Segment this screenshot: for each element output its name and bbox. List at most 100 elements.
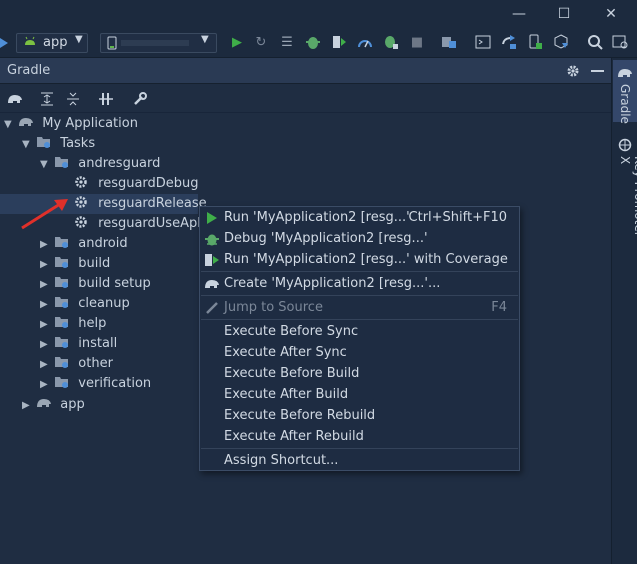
wrench-icon[interactable] xyxy=(132,91,148,107)
coverage-icon[interactable] xyxy=(330,34,348,52)
menu-item-execute-before-sync[interactable]: Execute Before Sync xyxy=(200,322,519,342)
menu-item-run[interactable]: Run 'MyApplication2 [resg...' Ctrl+Shift… xyxy=(200,208,519,228)
gradle-panel-header: Gradle xyxy=(0,58,611,84)
elephant-icon xyxy=(204,277,220,291)
minimize-window-button[interactable]: — xyxy=(508,4,530,24)
tree-node-help[interactable]: ▶ help xyxy=(40,314,106,334)
project-structure-icon[interactable] xyxy=(440,34,458,52)
gear-icon[interactable] xyxy=(565,63,581,79)
logcat-icon[interactable]: ☰ xyxy=(278,34,296,52)
tree-node-tasks[interactable]: ▼ Tasks xyxy=(22,134,95,154)
collapsed-arrow-icon: ▶ xyxy=(40,279,48,290)
menu-item-debug[interactable]: Debug 'MyApplication2 [resg...' xyxy=(200,229,519,249)
tree-label: build xyxy=(78,256,111,271)
menu-item-label: Execute Before Sync xyxy=(224,324,359,339)
collapsed-arrow-icon: ▶ xyxy=(40,319,48,330)
sync-icon[interactable] xyxy=(500,34,518,52)
menu-item-label: Run 'MyApplication2 [resg...' with Cover… xyxy=(224,252,508,267)
menu-item-assign-shortcut[interactable]: Assign Shortcut... xyxy=(200,451,519,471)
menu-item-label: Execute After Rebuild xyxy=(224,429,364,444)
task-folder-icon xyxy=(54,335,70,349)
main-toolbar: app ▼ ▼ ▶ ↻ ☰ ■ xyxy=(0,28,637,58)
right-tool-window-bar: Gradle Key Promoter X xyxy=(611,58,637,564)
terminal-icon[interactable] xyxy=(474,34,492,52)
menu-item-execute-after-rebuild[interactable]: Execute After Rebuild xyxy=(200,427,519,447)
menu-item-label: Run 'MyApplication2 [resg...' xyxy=(224,210,410,225)
profile-icon[interactable] xyxy=(356,34,374,52)
menu-item-jump-to-source[interactable]: Jump to Source F4 xyxy=(200,298,519,318)
elephant-icon[interactable] xyxy=(6,91,24,107)
menu-item-run-with-coverage[interactable]: Run 'MyApplication2 [resg...' with Cover… xyxy=(200,250,519,270)
task-folder-icon xyxy=(36,135,52,149)
menu-item-label: Execute Before Rebuild xyxy=(224,408,376,423)
debug-icon[interactable] xyxy=(304,34,322,52)
gear-icon xyxy=(74,175,90,189)
menu-item-execute-before-build[interactable]: Execute Before Build xyxy=(200,364,519,384)
stop-icon[interactable]: ■ xyxy=(408,34,426,52)
run-icon[interactable]: ▶ xyxy=(228,34,246,52)
tree-node-app[interactable]: ▶ app xyxy=(22,395,85,415)
tab-gradle[interactable]: Gradle xyxy=(613,60,637,124)
tree-node-andresguard[interactable]: ▼ andresguard xyxy=(40,154,160,174)
module-selector[interactable]: app ▼ xyxy=(16,33,88,53)
close-window-button[interactable]: ✕ xyxy=(600,4,622,24)
window-titlebar: — ☐ ✕ xyxy=(0,0,637,28)
attach-debugger-icon[interactable] xyxy=(382,34,400,52)
task-folder-icon xyxy=(54,235,70,249)
tree-label: android xyxy=(78,236,128,251)
avd-manager-icon[interactable] xyxy=(526,34,544,52)
tree-label: app xyxy=(60,397,85,412)
tree-task-resguard-debug[interactable]: resguardDebug xyxy=(74,174,199,194)
chevron-down-icon: ▼ xyxy=(75,34,83,45)
tree-node-android[interactable]: ▶ android xyxy=(40,234,128,254)
menu-item-shortcut: Ctrl+Shift+F10 xyxy=(408,210,507,225)
menu-item-label: Debug 'MyApplication2 [resg...' xyxy=(224,231,428,246)
tree-node-cleanup[interactable]: ▶ cleanup xyxy=(40,294,130,314)
tab-key-promoter-x[interactable]: Key Promoter X xyxy=(613,136,637,246)
menu-item-execute-before-rebuild[interactable]: Execute Before Rebuild xyxy=(200,406,519,426)
device-name-redacted xyxy=(121,40,189,46)
tree-node-build-setup[interactable]: ▶ build setup xyxy=(40,274,151,294)
expanded-arrow-icon: ▼ xyxy=(40,159,48,170)
search-icon[interactable] xyxy=(586,34,604,52)
layout-inspector-icon[interactable] xyxy=(612,34,630,52)
collapse-all-icon[interactable] xyxy=(66,91,80,107)
tab-key-promoter-label: Key Promoter X xyxy=(618,156,637,237)
task-folder-icon xyxy=(54,255,70,269)
rerun-icon[interactable]: ↻ xyxy=(252,34,270,52)
tab-gradle-label: Gradle xyxy=(618,84,632,124)
tree-node-install[interactable]: ▶ install xyxy=(40,334,117,354)
menu-item-execute-after-sync[interactable]: Execute After Sync xyxy=(200,343,519,363)
expand-all-icon[interactable] xyxy=(40,91,54,107)
sdk-manager-icon[interactable] xyxy=(552,34,570,52)
tree-label: andresguard xyxy=(78,156,161,171)
minimize-icon[interactable] xyxy=(591,70,604,72)
maximize-window-button[interactable]: ☐ xyxy=(553,4,575,24)
collapsed-arrow-icon: ▶ xyxy=(40,359,48,370)
menu-item-label: Create 'MyApplication2 [resg...'... xyxy=(224,276,441,291)
elephant-icon xyxy=(617,66,633,80)
menu-item-execute-after-build[interactable]: Execute After Build xyxy=(200,385,519,405)
toggle-offline-icon[interactable] xyxy=(98,91,114,107)
device-selector[interactable]: ▼ xyxy=(100,33,217,53)
tree-label: cleanup xyxy=(78,296,130,311)
task-folder-icon xyxy=(54,315,70,329)
tree-node-root[interactable]: ▼ My Application xyxy=(4,114,138,134)
task-folder-icon xyxy=(54,275,70,289)
tree-task-resguard-use-apk[interactable]: resguardUseApk xyxy=(74,214,205,234)
menu-item-label: Execute Before Build xyxy=(224,366,360,381)
menu-item-create-config[interactable]: Create 'MyApplication2 [resg...'... xyxy=(200,274,519,294)
tree-node-build[interactable]: ▶ build xyxy=(40,254,110,274)
tree-label: My Application xyxy=(42,116,138,131)
task-folder-icon xyxy=(54,295,70,309)
toolbar-left-edge-icon xyxy=(0,36,10,50)
collapsed-arrow-icon: ▶ xyxy=(40,379,48,390)
android-icon xyxy=(23,36,37,50)
phone-icon xyxy=(107,36,117,50)
tree-label: install xyxy=(78,336,118,351)
tree-node-other[interactable]: ▶ other xyxy=(40,354,113,374)
tree-node-verification[interactable]: ▶ verification xyxy=(40,374,151,394)
collapsed-arrow-icon: ▶ xyxy=(40,339,48,350)
expanded-arrow-icon: ▼ xyxy=(4,119,12,130)
tree-label: resguardRelease xyxy=(98,196,207,211)
